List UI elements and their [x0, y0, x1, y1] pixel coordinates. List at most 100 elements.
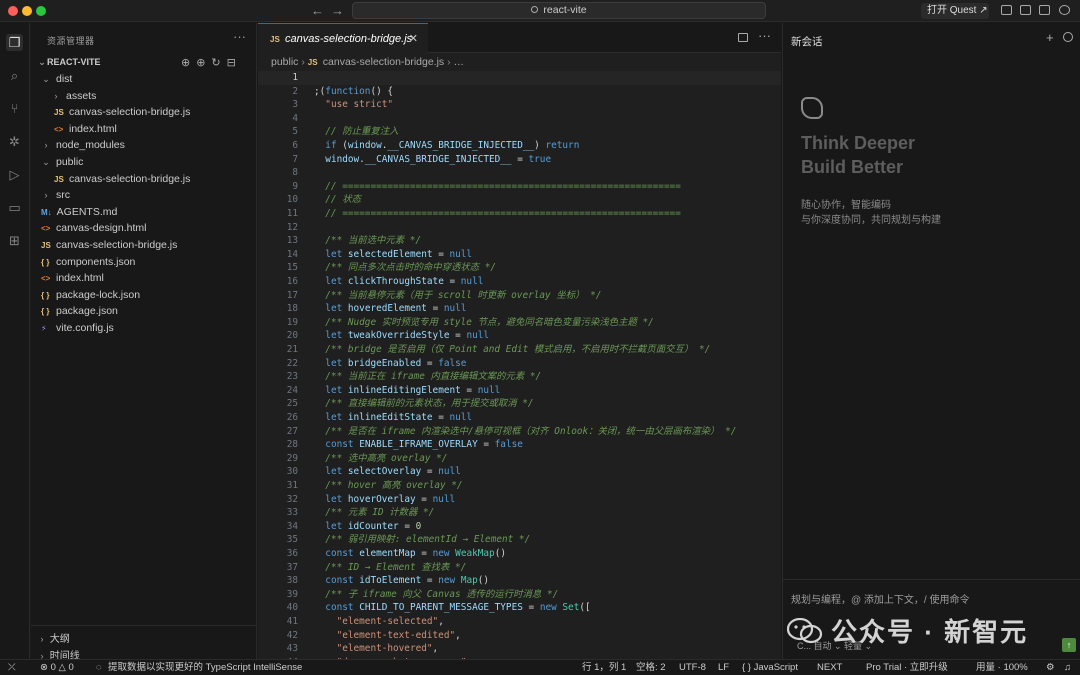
line-number: 3 — [292, 99, 298, 111]
close-window-button[interactable] — [8, 6, 18, 16]
more-actions-icon[interactable]: ··· — [233, 29, 246, 44]
next-indicator[interactable]: NEXT — [817, 660, 842, 675]
tab-bar: JS canvas-selection-bridge.js ✕ ··· — [258, 23, 781, 53]
status-bar: ⤫ ⊗ 0 △ 0 ◌ 提取数据以实现更好的 TypeScript Intell… — [0, 659, 1080, 675]
tree-folder[interactable]: ⌄ public — [31, 154, 257, 170]
toggle-sidebar-icon[interactable] — [1001, 5, 1012, 15]
line-number: 22 — [286, 357, 298, 369]
send-button[interactable]: ↑ — [1062, 638, 1076, 652]
explorer-icon[interactable]: ❐ — [6, 34, 23, 51]
code-token: null — [438, 466, 461, 478]
new-chat-icon[interactable]: + — [1046, 30, 1054, 45]
open-quest-button[interactable]: 打开 Quest ↗ — [921, 3, 989, 19]
explorer-actions[interactable]: ⊕⊕↻⊟ — [181, 56, 242, 69]
workspace-section[interactable]: ⌄REACT-VITE — [37, 57, 100, 68]
remote-icon[interactable]: ▭ — [6, 199, 23, 216]
line-ending[interactable]: LF — [718, 660, 729, 675]
indentation[interactable]: 空格: 2 — [636, 660, 666, 675]
tree-folder[interactable]: ⌄ dist — [31, 71, 257, 87]
tree-item-label: src — [56, 189, 70, 202]
problems-indicator[interactable]: ⊗ 0 △ 0 — [40, 660, 74, 675]
json-file-icon: { } — [41, 257, 50, 267]
toggle-secondary-sidebar-icon[interactable] — [1039, 5, 1050, 15]
breadcrumb-folder[interactable]: public — [271, 56, 298, 68]
code-token: ) — [534, 140, 546, 151]
tree-file[interactable]: <> index.html — [31, 270, 257, 286]
run-debug-icon[interactable]: ▷ — [6, 166, 23, 183]
code-token: let — [325, 466, 343, 478]
pro-trial-upgrade[interactable]: Pro Trial · 立即升级 — [866, 660, 948, 675]
code-token: ;( — [314, 85, 326, 97]
history-icon[interactable] — [1063, 32, 1073, 42]
account-icon[interactable] — [1059, 5, 1070, 15]
code-token: /** 子 iframe 向父 Canvas 透传的运行时消息 */ — [314, 588, 559, 600]
language-mode[interactable]: { } JavaScript — [742, 660, 798, 675]
line-content: /** 当前选中元素 */ — [314, 234, 421, 248]
line-content: window.__CANVAS_BRIDGE_INJECTED__ = true — [314, 153, 551, 167]
code-token: = — [415, 493, 433, 505]
line-number: 26 — [286, 412, 298, 423]
encoding[interactable]: UTF-8 — [679, 660, 706, 675]
code-token: let — [325, 493, 343, 505]
line-number: 32 — [286, 493, 298, 505]
code-token: null — [443, 303, 467, 315]
headline-secondary: Build Better — [801, 157, 904, 177]
js-file-icon: JS — [41, 241, 51, 250]
line-content: "element-hovered", — [314, 642, 439, 656]
tree-folder[interactable]: › assets — [31, 88, 257, 104]
tree-file[interactable]: <> canvas-design.html — [31, 220, 257, 236]
tree-folder[interactable]: › src — [31, 187, 257, 203]
line-content: let hoveredElement = null — [314, 302, 466, 316]
tree-file[interactable]: { } package-lock.json — [31, 287, 257, 303]
tree-file[interactable]: { } components.json — [31, 254, 257, 270]
extensions-icon[interactable]: ✲ — [6, 133, 23, 150]
tree-file[interactable]: JS canvas-selection-bridge.js — [31, 171, 257, 187]
code-line: 1 — [258, 71, 781, 85]
line-number: 33 — [286, 507, 298, 519]
minimize-window-button[interactable] — [22, 6, 32, 16]
back-arrow-icon[interactable]: ← — [311, 3, 324, 18]
usage-indicator[interactable]: 用量 · 100% — [976, 660, 1028, 675]
tree-file[interactable]: M↓ AGENTS.md — [31, 204, 257, 220]
line-number: 35 — [286, 534, 298, 546]
code-token: /** 同点多次点击时的命中穿透状态 */ — [314, 262, 497, 274]
tree-file[interactable]: ⚡ vite.config.js — [31, 320, 257, 336]
notifications-icon[interactable]: ♫ — [1064, 660, 1071, 675]
tab-canvas-selection-bridge[interactable]: JS canvas-selection-bridge.js ✕ — [258, 23, 428, 53]
more-actions-icon[interactable]: ··· — [758, 28, 771, 43]
maximize-window-button[interactable] — [36, 6, 46, 16]
tree-file[interactable]: { } package.json — [31, 303, 257, 319]
code-token: = — [477, 439, 495, 451]
line-content: /** 直接编辑前的元素状态，用于提交或取消 */ — [314, 397, 533, 411]
close-icon[interactable]: ✕ — [409, 24, 418, 54]
tree-file[interactable]: JS canvas-selection-bridge.js — [31, 237, 257, 253]
line-number: 21 — [286, 344, 298, 355]
breadcrumb-symbol[interactable]: … — [454, 56, 465, 68]
code-token: const — [325, 602, 354, 614]
source-control-icon[interactable]: ⑂ — [6, 100, 23, 117]
outline-section[interactable]: › 大纲 — [37, 630, 70, 645]
code-line: 41 "element-selected", — [258, 615, 781, 629]
code-editor[interactable]: 1 2 ;(function() {3 "use strict" 4 5 // 防止重复… — [258, 71, 781, 659]
split-editor-icon[interactable] — [738, 33, 748, 42]
code-token: // =====================================… — [314, 208, 681, 219]
command-center-search[interactable]: react-vite — [352, 2, 766, 19]
tree-file[interactable]: <> index.html — [31, 121, 257, 137]
marketplace-icon[interactable]: ⊞ — [6, 232, 23, 249]
code-line: 28 const ENABLE_IFRAME_OVERLAY = false — [258, 438, 781, 452]
breadcrumb-file[interactable]: canvas-selection-bridge.js — [323, 56, 444, 68]
code-line: 14 let selectedElement = null — [258, 248, 781, 262]
cursor-position[interactable]: 行 1，列 1 — [582, 660, 626, 675]
search-icon[interactable]: ⌕ — [6, 67, 23, 84]
remote-indicator-icon[interactable]: ⤫ — [8, 660, 16, 675]
code-token: = — [432, 248, 450, 260]
line-content: /** 选中高亮 overlay */ — [314, 452, 447, 466]
tree-file[interactable]: JS canvas-selection-bridge.js — [31, 104, 257, 120]
settings-icon[interactable]: ⚙ — [1046, 660, 1055, 675]
toggle-panel-icon[interactable] — [1020, 5, 1031, 15]
forward-arrow-icon[interactable]: → — [331, 3, 344, 18]
code-token: hoverOverlay — [347, 493, 416, 505]
tree-folder[interactable]: › node_modules — [31, 137, 257, 153]
